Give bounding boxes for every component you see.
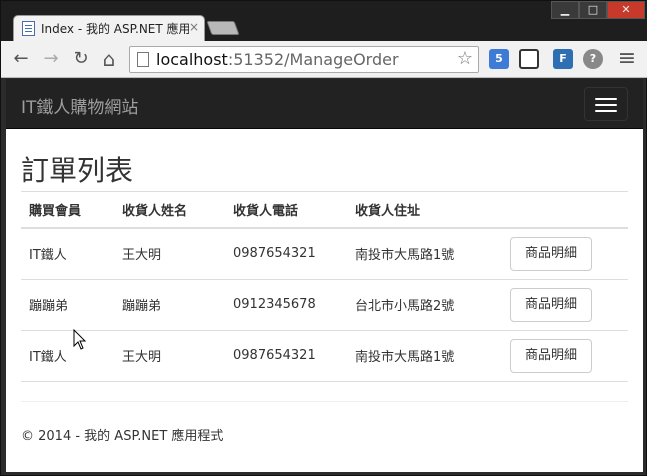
cell-address: 台北市小馬路2號 [347,279,502,331]
header-address: 收貨人住址 [347,192,502,229]
cell-action: 商品明細 [502,330,628,382]
table-row: 蹦蹦弟 蹦蹦弟 0912345678 台北市小馬路2號 商品明細 [21,279,628,331]
reload-icon[interactable]: ↻ [69,47,93,71]
cell-name: 王大明 [114,330,225,382]
cell-phone: 0987654321 [225,330,347,382]
url-text: localhost:51352/ManageOrder [156,50,399,69]
order-details-button[interactable]: 商品明細 [510,338,592,373]
cell-name: 蹦蹦弟 [114,279,225,331]
site-brand[interactable]: IT鐵人購物網站 [21,93,138,118]
cell-phone: 0912345678 [225,279,347,331]
minimize-button[interactable]: ▁ [551,1,579,19]
browser-menu-icon[interactable]: ≡ [615,47,639,71]
back-icon[interactable]: ← [9,47,33,71]
tab-strip: Index - 我的 ASP.NET 應用 × ▁ □ ✕ [1,1,647,41]
order-details-button[interactable]: 商品明細 [510,287,592,322]
address-bar[interactable]: localhost:51352/ManageOrder ☆ [129,46,479,73]
cell-address: 南投市大馬路1號 [347,228,502,280]
footer-divider [21,401,628,402]
site-navbar: IT鐵人購物網站 [6,79,643,129]
home-icon[interactable]: ⌂ [97,47,121,71]
header-action [502,192,628,229]
bookmark-star-icon[interactable]: ☆ [457,48,473,69]
page-viewport: IT鐵人購物網站 訂單列表 購買會員 收貨人姓名 收貨人電話 收貨人住址 IT鐵… [6,79,643,472]
order-details-button[interactable]: 商品明細 [510,236,592,271]
browser-window: Index - 我的 ASP.NET 應用 × ▁ □ ✕ ← → ↻ ⌂ lo… [0,0,647,476]
mouse-cursor-icon [73,329,87,350]
cell-member: IT鐵人 [21,330,114,382]
f-extension-icon[interactable]: F [553,49,573,69]
cell-address: 南投市大馬路1號 [347,330,502,382]
hamburger-line-icon [595,98,617,100]
close-window-button[interactable]: ✕ [607,1,645,19]
order-table: 購買會員 收貨人姓名 收貨人電話 收貨人住址 IT鐵人 王大明 09876543… [21,192,628,382]
tab-title: Index - 我的 ASP.NET 應用 [41,22,189,36]
table-row: IT鐵人 王大明 0987654321 南投市大馬路1號 商品明細 [21,330,628,382]
hamburger-line-icon [595,104,617,106]
header-member: 購買會員 [21,192,114,229]
qr-code-extension-icon[interactable] [519,49,539,69]
browser-tab[interactable]: Index - 我的 ASP.NET 應用 × [13,15,205,41]
page-footer: © 2014 - 我的 ASP.NET 應用程式 [21,429,224,444]
header-phone: 收貨人電話 [225,192,347,229]
forward-icon[interactable]: → [39,47,63,71]
new-tab-button[interactable] [206,21,240,35]
table-header-row: 購買會員 收貨人姓名 收貨人電話 收貨人住址 [21,192,628,229]
cell-name: 王大明 [114,228,225,280]
browser-toolbar: ← → ↻ ⌂ localhost:51352/ManageOrder ☆ 5 … [1,41,647,78]
page-favicon-icon [22,21,35,36]
page-title: 訂單列表 [21,154,134,187]
cell-member: IT鐵人 [21,228,114,280]
page-icon [137,52,149,67]
maximize-button[interactable]: □ [579,1,607,19]
table-row: IT鐵人 王大明 0987654321 南投市大馬路1號 商品明細 [21,228,628,280]
navbar-toggle-button[interactable] [584,87,628,121]
cell-action: 商品明細 [502,228,628,280]
cell-member: 蹦蹦弟 [21,279,114,331]
hamburger-line-icon [595,110,617,112]
cell-action: 商品明細 [502,279,628,331]
html5-extension-icon[interactable]: 5 [489,49,509,69]
help-extension-icon[interactable]: ? [583,49,603,69]
header-name: 收貨人姓名 [114,192,225,229]
tab-close-icon[interactable]: × [189,20,199,34]
cell-phone: 0987654321 [225,228,347,280]
